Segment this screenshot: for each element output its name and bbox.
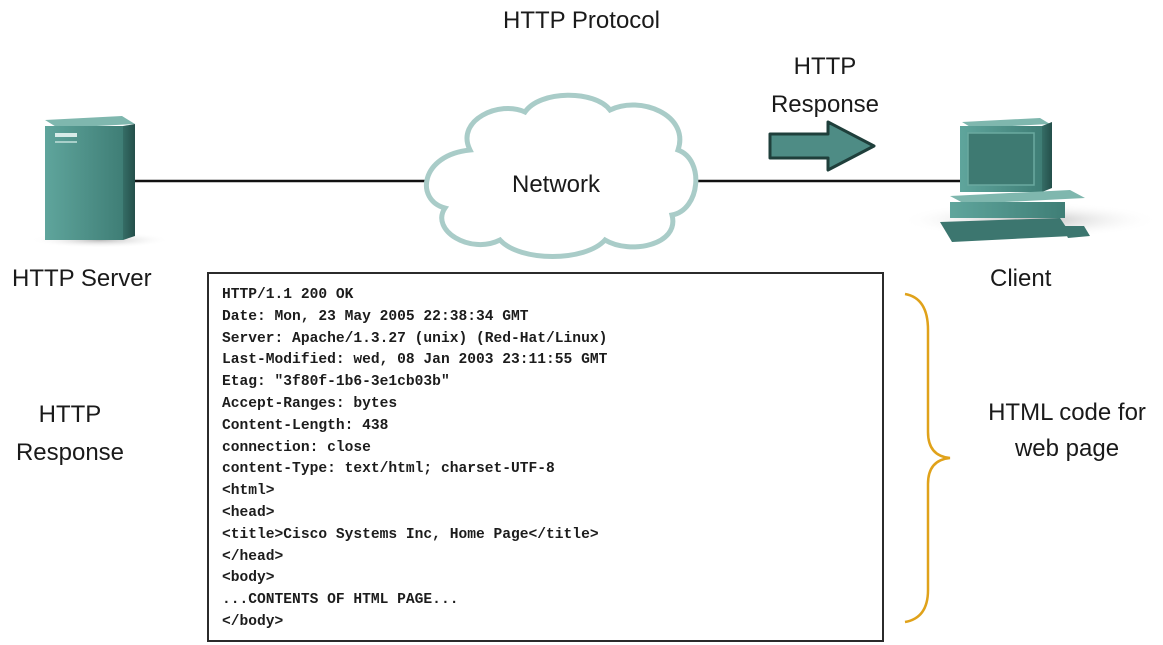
side-response-label-line1: HTTP: [38, 401, 102, 428]
network-label: Network: [512, 171, 601, 198]
diagram-title: HTTP Protocol: [503, 7, 660, 34]
code-line: <html>: [222, 483, 275, 500]
response-arrow-label-line1: HTTP: [793, 53, 857, 80]
side-response-label-line2: Response: [15, 439, 125, 466]
code-line: ...CONTENTS OF HTML PAGE...: [222, 592, 459, 609]
code-line: Accept-Ranges: bytes: [222, 395, 398, 412]
side-response-label: HTTP Response: [0, 400, 140, 468]
response-arrow-label-line2: Response: [770, 91, 880, 118]
code-line: </head>: [222, 548, 284, 565]
code-line: Etag: "3f80f-1b6-3e1cb03b": [222, 374, 450, 391]
brace-label-line1: HTML code for: [988, 399, 1146, 426]
curly-brace-icon: [904, 292, 951, 624]
http-response-code-box: HTTP/1.1 200 OK Date: Mon, 23 May 2005 2…: [207, 272, 884, 642]
code-line: <head>: [222, 504, 275, 521]
code-line: Date: Mon, 23 May 2005 22:38:34 GMT: [222, 308, 529, 325]
code-line: HTTP/1.1 200 OK: [222, 287, 354, 303]
code-line: <title>Cisco Systems Inc, Home Page</tit…: [222, 526, 599, 543]
arrow-right-icon: [768, 120, 876, 172]
brace-label: HTML code for web page: [972, 398, 1162, 464]
response-arrow-label: HTTP Response: [750, 52, 900, 120]
code-line: Last-Modified: wed, 08 Jan 2003 23:11:55…: [222, 352, 608, 369]
code-line: content-Type: text/html; charset-UTF-8: [222, 461, 555, 478]
code-line: </body>: [222, 613, 284, 630]
code-line: Server: Apache/1.3.27 (unix) (Red-Hat/Li…: [222, 330, 608, 347]
code-line: Content-Length: 438: [222, 417, 389, 434]
code-line: <body>: [222, 570, 275, 587]
server-label: HTTP Server: [12, 265, 152, 292]
client-label: Client: [990, 265, 1052, 292]
code-line: connection: close: [222, 439, 371, 456]
brace-label-line2: web page: [1014, 435, 1120, 462]
